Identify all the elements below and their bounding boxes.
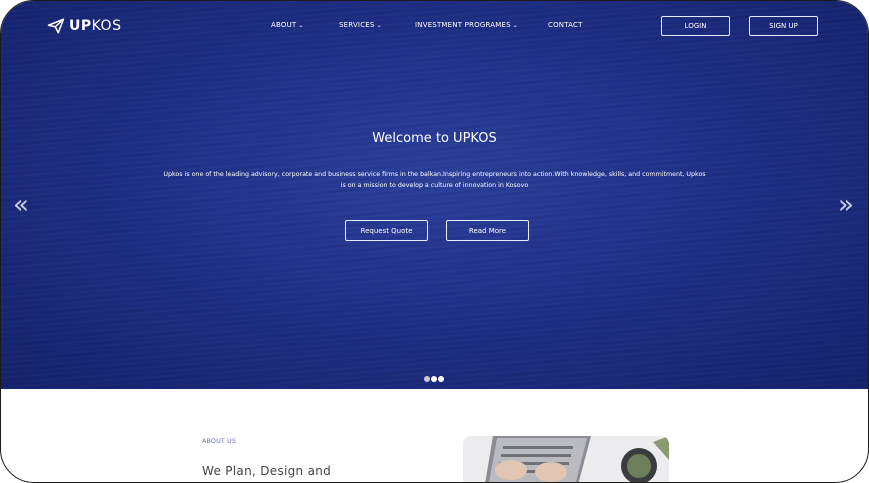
chevron-down-icon: ⌄ [512, 21, 518, 29]
about-section-label: ABOUT US [202, 438, 237, 445]
login-button[interactable]: LOGIN [661, 16, 730, 36]
carousel-indicators [424, 376, 445, 382]
request-quote-button[interactable]: Request Quote [345, 220, 428, 241]
carousel-dot[interactable] [424, 376, 430, 382]
hero-banner: UPKOS ABOUT ⌄ SERVICES ⌄ INVESTMENT PROG… [1, 1, 868, 389]
nav-item-about[interactable]: ABOUT ⌄ [271, 21, 304, 29]
main-nav: ABOUT ⌄ SERVICES ⌄ INVESTMENT PROGRAMES … [1, 21, 868, 33]
carousel-dot[interactable] [438, 376, 444, 382]
nav-item-label: ABOUT [271, 21, 297, 29]
nav-item-investment-programes[interactable]: INVESTMENT PROGRAMES ⌄ [415, 21, 518, 29]
chevron-down-icon: ⌄ [298, 21, 304, 29]
page-frame: UPKOS ABOUT ⌄ SERVICES ⌄ INVESTMENT PROG… [0, 0, 869, 483]
hero-description-line: is on a mission to develop a culture of … [340, 181, 529, 189]
hero-description-line: Upkos is one of the leading advisory, co… [163, 171, 706, 178]
about-heading: We Plan, Design and [202, 464, 332, 478]
nav-item-label: CONTACT [548, 21, 583, 29]
signup-button[interactable]: SIGN UP [749, 16, 818, 36]
nav-item-services[interactable]: SERVICES ⌄ [339, 21, 382, 29]
hero-title: Welcome to UPKOS [372, 131, 497, 146]
nav-item-label: INVESTMENT PROGRAMES [415, 21, 511, 29]
carousel-dot[interactable] [431, 376, 437, 382]
laptop-typing-image [463, 436, 669, 482]
hero-description: Upkos is one of the leading advisory, co… [151, 170, 718, 191]
read-more-button[interactable]: Read More [446, 220, 529, 241]
nav-item-contact[interactable]: CONTACT [548, 21, 583, 29]
carousel-next-icon[interactable]: » [838, 192, 854, 218]
chevron-down-icon: ⌄ [376, 21, 382, 29]
nav-item-label: SERVICES [339, 21, 375, 29]
about-image [463, 436, 669, 482]
carousel-prev-icon[interactable]: « [13, 192, 29, 218]
